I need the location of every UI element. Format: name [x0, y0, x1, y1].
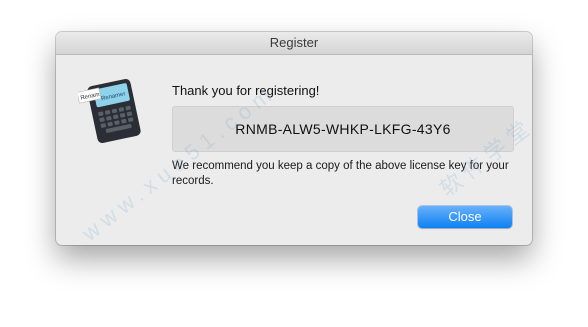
title-bar[interactable]: Register — [56, 32, 532, 55]
renamer-app-icon: Renam Renamer — [76, 76, 146, 146]
license-key-note: We recommend you keep a copy of the abov… — [172, 160, 509, 187]
register-dialog: Register Renam Renamer Thank you for reg… — [56, 32, 532, 245]
thank-you-heading: Thank you for registering! — [172, 83, 320, 98]
close-button[interactable]: Close — [418, 206, 512, 228]
screen: Register Renam Renamer Thank you for reg… — [0, 0, 588, 327]
window-title: Register — [269, 35, 319, 50]
license-key-field[interactable]: RNMB-ALW5-WHKP-LKFG-43Y6 — [172, 106, 514, 152]
